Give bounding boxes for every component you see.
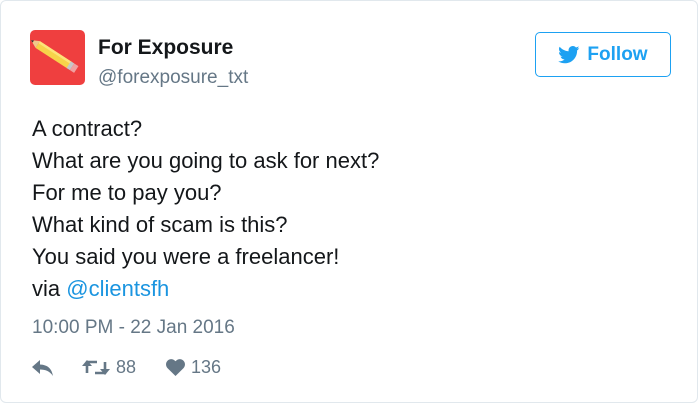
author-name[interactable]: For Exposure (98, 36, 233, 60)
via-prefix: via (32, 276, 61, 301)
like-button[interactable]: 136 (166, 357, 221, 378)
heart-icon (166, 359, 186, 376)
follow-button[interactable]: Follow (535, 32, 671, 77)
reply-button[interactable] (32, 359, 54, 376)
avatar[interactable] (30, 30, 85, 85)
pencil-avatar-icon (31, 40, 79, 73)
via-mention-link[interactable]: @clientsfh (66, 276, 169, 301)
author-handle[interactable]: @forexposure_txt (98, 67, 248, 89)
tweet-card: For Exposure @forexposure_txt Follow A c… (0, 0, 698, 403)
tweet-timestamp[interactable]: 10:00 PM - 22 Jan 2016 (32, 317, 235, 339)
like-count: 136 (191, 357, 222, 377)
tweet-actions: 88 136 (32, 357, 221, 378)
tweet-line: What kind of scam is this? (32, 212, 288, 237)
tweet-line: What are you going to ask for next? (32, 148, 380, 173)
twitter-bird-icon (558, 45, 580, 63)
tweet-line: You said you were a freelancer! (32, 244, 340, 269)
reply-icon (32, 359, 53, 376)
retweet-count: 88 (116, 357, 137, 377)
via-line: via @clientsfh (32, 273, 379, 305)
tweet-line: A contract? (32, 116, 143, 141)
retweet-button[interactable]: 88 (82, 357, 136, 378)
tweet-text: A contract? What are you going to ask fo… (32, 113, 379, 305)
tweet-line: For me to pay you? (32, 180, 222, 205)
follow-label: Follow (587, 43, 648, 65)
retweet-icon (82, 360, 110, 375)
